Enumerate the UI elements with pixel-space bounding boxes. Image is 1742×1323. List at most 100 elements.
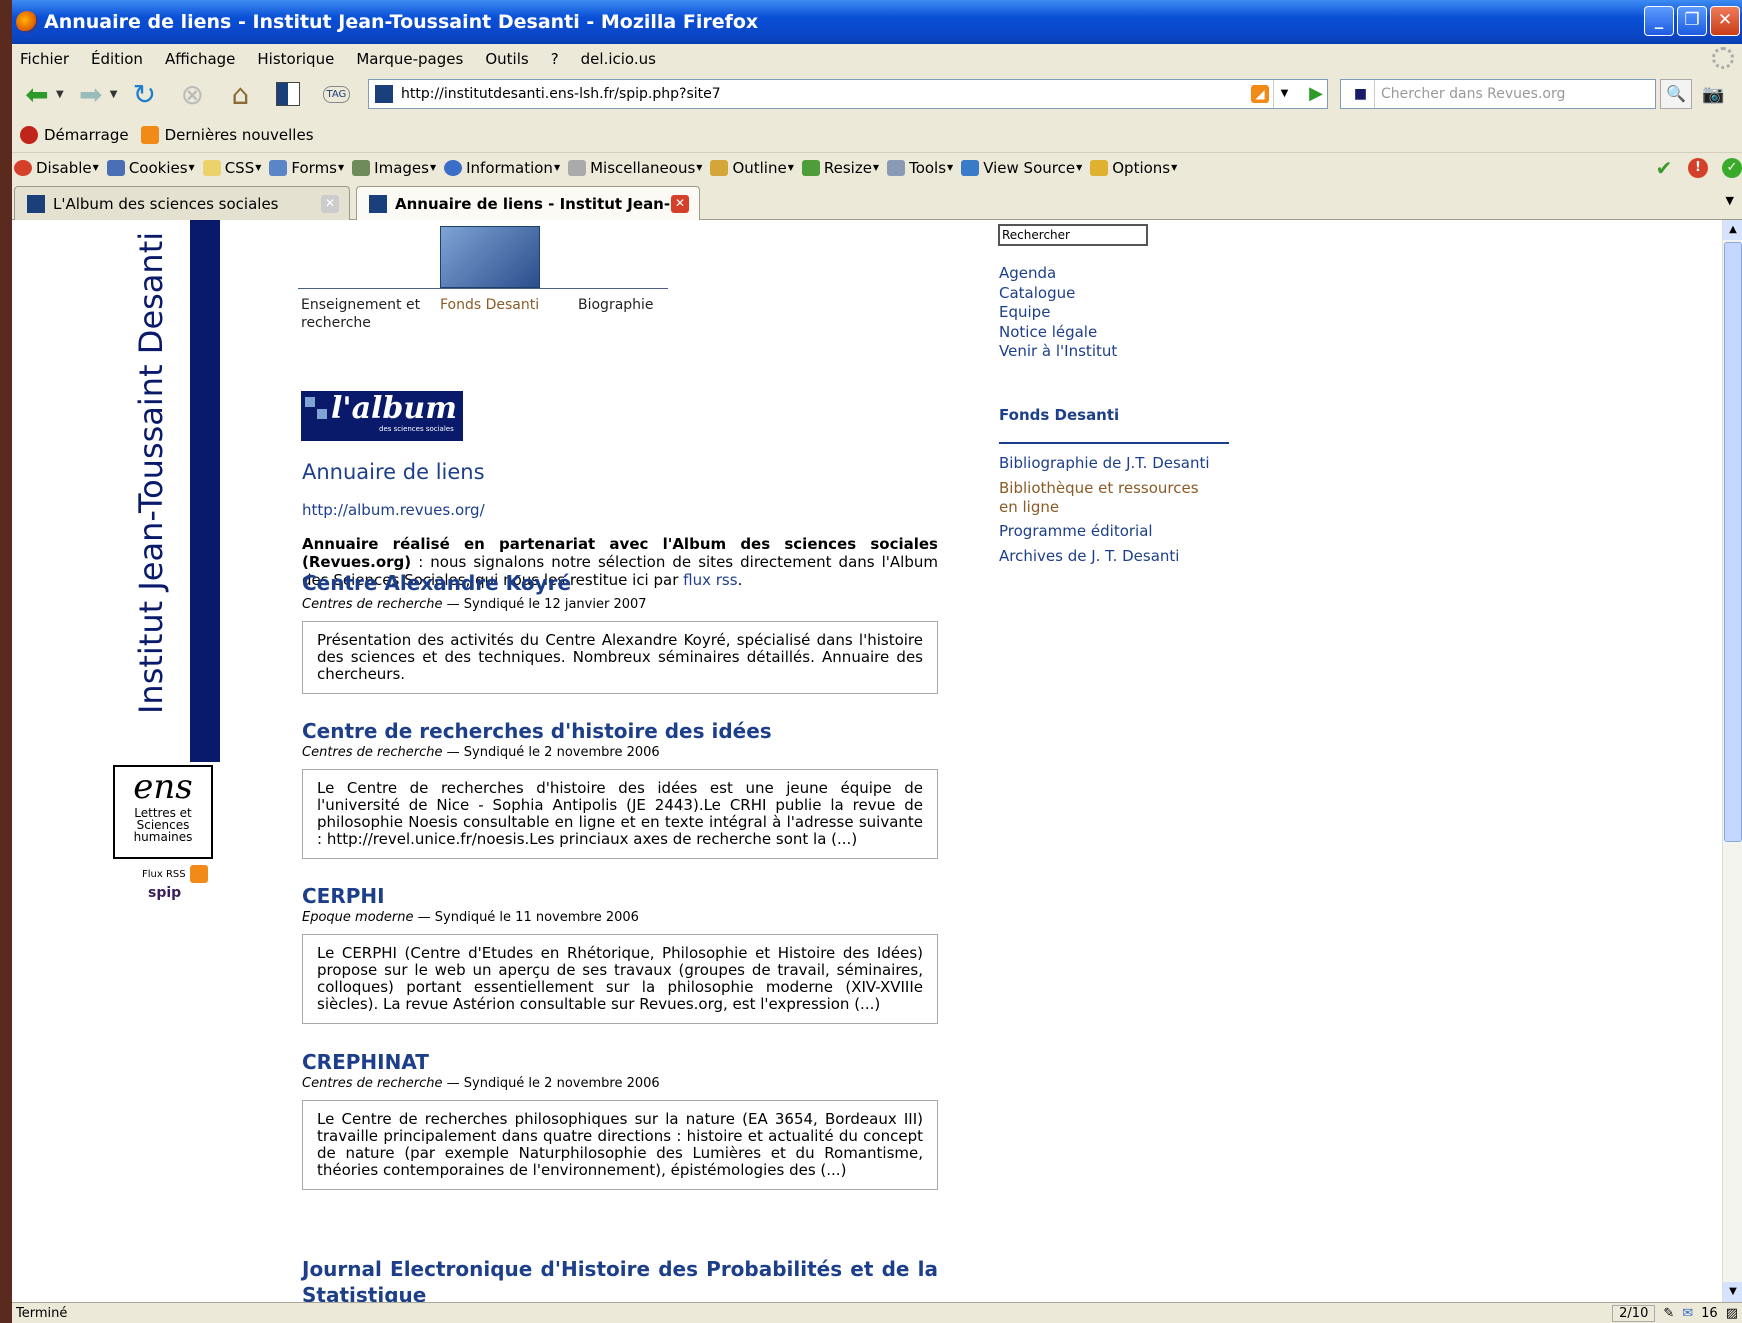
minimize-button[interactable]: _ xyxy=(1644,6,1674,36)
nav-venir-institut[interactable]: Venir à l'Institut xyxy=(999,342,1117,362)
tag-button[interactable]: TAG xyxy=(319,77,353,111)
vertical-scrollbar[interactable]: ▲ ▼ xyxy=(1722,220,1742,1302)
search-bar[interactable]: ■ Chercher dans Revues.org xyxy=(1340,79,1656,109)
close-tab-icon[interactable]: ✕ xyxy=(671,195,689,213)
devbar-view-source[interactable]: View Source ▼ xyxy=(961,159,1082,177)
album-logo[interactable]: l'album des sciences sociales xyxy=(301,391,463,441)
nav-bibliotheque-ressources[interactable]: Bibliothèque et ressources en ligne xyxy=(999,479,1199,517)
menu-delicious[interactable]: del.icio.us xyxy=(581,50,656,68)
menu-edition[interactable]: Édition xyxy=(91,50,143,68)
forward-history-dropdown-icon[interactable]: ▼ xyxy=(110,89,118,100)
navigation-toolbar: ⬅ ▼ ➡ ▼ ↻ ⊗ ⌂ TAG http://institutdesanti… xyxy=(12,74,1742,114)
menu-bar: Fichier Édition Affichage Historique Mar… xyxy=(12,44,1742,74)
back-history-dropdown-icon[interactable]: ▼ xyxy=(56,89,64,100)
menu-affichage[interactable]: Affichage xyxy=(165,50,235,68)
forms-icon xyxy=(269,159,288,176)
entry-category[interactable]: Centres de recherche xyxy=(302,1076,443,1091)
section-heading[interactable]: Fonds Desanti xyxy=(999,406,1119,424)
nav-programme-editorial[interactable]: Programme éditorial xyxy=(999,522,1153,541)
devbar-miscellaneous[interactable]: Miscellaneous ▼ xyxy=(568,159,702,177)
devbar-tools[interactable]: Tools ▼ xyxy=(887,159,953,177)
entry-date: — Syndiqué le 2 novembre 2006 xyxy=(442,1076,660,1091)
entry-category[interactable]: Centres de recherche xyxy=(302,597,443,612)
tab-annuaire-de-liens[interactable]: Annuaire de liens - Institut Jean-... ✕ xyxy=(356,186,700,220)
restore-button[interactable]: ❐ xyxy=(1677,6,1707,36)
close-tab-icon[interactable]: ✕ xyxy=(321,195,339,213)
page-counter[interactable]: 2/10 xyxy=(1612,1305,1656,1322)
stop-button[interactable]: ⊗ xyxy=(175,77,209,111)
ens-logo[interactable]: ens Lettres et Sciences humaines xyxy=(113,765,213,859)
tab-list-icon[interactable]: ▼ xyxy=(1726,194,1734,207)
nav-equipe[interactable]: Equipe xyxy=(999,303,1117,323)
devbar-images[interactable]: Images ▼ xyxy=(352,159,436,177)
search-magnifier-button[interactable]: 🔍 xyxy=(1660,79,1692,109)
back-button[interactable]: ⬅ xyxy=(20,77,54,111)
tools-icon xyxy=(887,159,906,176)
flux-rss-link[interactable]: Flux RSS xyxy=(142,865,208,883)
search-engine-icon[interactable]: ■ xyxy=(1347,80,1375,108)
nav-archives[interactable]: Archives de J. T. Desanti xyxy=(999,547,1179,566)
mail-icon[interactable]: ✉ xyxy=(1682,1306,1693,1321)
reload-button[interactable]: ↻ xyxy=(127,77,161,111)
scroll-up-icon[interactable]: ▲ xyxy=(1723,220,1742,240)
nav-bibliographie[interactable]: Bibliographie de J.T. Desanti xyxy=(999,454,1210,473)
menu-outils[interactable]: Outils xyxy=(485,50,528,68)
search-input[interactable]: Rechercher xyxy=(998,224,1148,246)
screenshot-camera-icon[interactable]: 📷 xyxy=(1702,84,1724,105)
mouse-gesture-icon[interactable]: ✎ xyxy=(1663,1306,1674,1321)
nav-notice-legale[interactable]: Notice légale xyxy=(999,323,1117,343)
go-button[interactable]: ▶ xyxy=(1309,83,1323,104)
mail-count: 16 xyxy=(1701,1306,1718,1321)
valid-icon[interactable]: ✓ xyxy=(1722,158,1742,178)
nav-enseignement-recherche[interactable]: Enseignement et recherche xyxy=(301,296,431,332)
entry-title[interactable]: CERPHI xyxy=(302,883,938,909)
nav-biographie[interactable]: Biographie xyxy=(578,296,654,314)
rss-feed-icon xyxy=(189,865,208,883)
search-input[interactable]: Chercher dans Revues.org xyxy=(1381,86,1565,102)
error-icon[interactable]: ! xyxy=(1688,158,1708,178)
url-bar[interactable]: http://institutdesanti.ens-lsh.fr/spip.p… xyxy=(368,79,1328,109)
fonds-desanti-thumbnail[interactable] xyxy=(440,226,540,288)
devbar-options[interactable]: Options ▼ xyxy=(1090,159,1177,177)
nav-catalogue[interactable]: Catalogue xyxy=(999,284,1117,304)
scroll-thumb[interactable] xyxy=(1724,242,1742,842)
nav-fonds-desanti[interactable]: Fonds Desanti xyxy=(440,296,539,314)
entry-title[interactable]: Centre Alexandre Koyré xyxy=(302,570,938,596)
resize-grip-icon[interactable]: ▨ xyxy=(1726,1306,1738,1321)
devbar-resize[interactable]: Resize ▼ xyxy=(801,159,879,177)
url-history-dropdown-icon[interactable]: ▼ xyxy=(1273,80,1295,108)
menu-help[interactable]: ? xyxy=(551,50,559,68)
entry-title[interactable]: CREPHINAT xyxy=(302,1049,938,1075)
entry-title[interactable]: Centre de recherches d'histoire des idée… xyxy=(302,718,938,744)
devbar-forms[interactable]: Forms ▼ xyxy=(269,159,344,177)
devbar-label: Disable xyxy=(36,158,92,177)
nav-agenda[interactable]: Agenda xyxy=(999,264,1117,284)
menu-fichier[interactable]: Fichier xyxy=(20,50,69,68)
bookmark-dernieres-nouvelles[interactable]: Dernières nouvelles xyxy=(140,126,314,144)
caret-down-icon: ▼ xyxy=(787,163,794,172)
site-url-link[interactable]: http://album.revues.org/ xyxy=(302,501,485,519)
menu-historique[interactable]: Historique xyxy=(257,50,334,68)
devbar-outline[interactable]: Outline ▼ xyxy=(710,159,794,177)
logo-square-icon xyxy=(305,397,315,407)
devbar-disable[interactable]: Disable ▼ xyxy=(14,159,99,177)
forward-button[interactable]: ➡ xyxy=(74,77,108,111)
secondary-nav: Agenda Catalogue Equipe Notice légale Ve… xyxy=(999,264,1117,362)
devbar-cookies[interactable]: Cookies ▼ xyxy=(106,159,195,177)
bookmark-demarrage[interactable]: Démarrage xyxy=(20,126,129,144)
home-button[interactable]: ⌂ xyxy=(223,77,257,111)
entry-category[interactable]: Centres de recherche xyxy=(302,745,443,760)
entry-category[interactable]: Epoque moderne xyxy=(302,910,414,925)
rss-feed-icon[interactable]: ◢ xyxy=(1251,85,1269,103)
devbar-label: Information xyxy=(466,158,553,177)
entry-title[interactable]: Journal Electronique d'Histoire des Prob… xyxy=(302,1256,938,1302)
scroll-down-icon[interactable]: ▼ xyxy=(1723,1282,1742,1302)
tab-album-sciences-sociales[interactable]: L'Album des sciences sociales ✕ xyxy=(14,186,350,220)
check-icon[interactable]: ✔ xyxy=(1654,158,1674,178)
close-window-button[interactable]: ✕ xyxy=(1710,6,1740,36)
devbar-information[interactable]: Information ▼ xyxy=(444,159,560,177)
window-layout-icon[interactable] xyxy=(271,77,305,111)
spip-logo[interactable]: spip xyxy=(148,885,181,901)
devbar-css[interactable]: CSS ▼ xyxy=(202,159,261,177)
menu-marque-pages[interactable]: Marque-pages xyxy=(356,50,463,68)
